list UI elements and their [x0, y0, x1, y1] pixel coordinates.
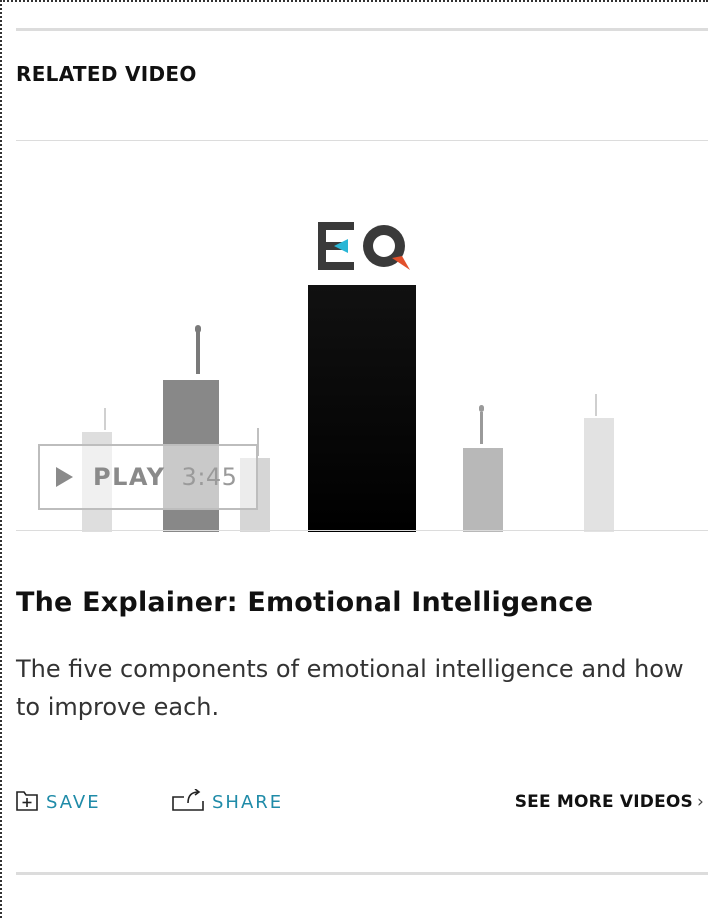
- save-label: SAVE: [46, 792, 101, 813]
- figure-1: [196, 332, 200, 374]
- share-icon: [172, 788, 204, 811]
- figure-2: [480, 412, 483, 444]
- folder-plus-icon: [16, 790, 38, 811]
- bottom-divider: [16, 872, 708, 875]
- header-divider: [16, 140, 708, 141]
- top-divider: [16, 28, 708, 31]
- bar-gray-2: [463, 448, 503, 532]
- see-more-videos-link[interactable]: SEE MORE VIDEOS ›: [515, 792, 704, 812]
- save-button[interactable]: SAVE: [16, 786, 101, 813]
- play-icon: [56, 467, 73, 487]
- chevron-right-icon: ›: [697, 792, 704, 812]
- figure-1-head: [195, 325, 201, 333]
- see-more-label: SEE MORE VIDEOS: [514, 792, 693, 812]
- bar-tall: [308, 285, 416, 532]
- bar-light-3: [584, 418, 614, 532]
- section-title: RELATED VIDEO: [16, 62, 197, 86]
- figure-2-head: [479, 405, 484, 412]
- video-description: The five components of emotional intelli…: [16, 655, 684, 721]
- video-actions: SAVE SHARE SEE MORE VIDEOS ›: [16, 786, 708, 820]
- eq-logo: [318, 222, 410, 270]
- video-player[interactable]: PLAY 3:45: [16, 142, 708, 532]
- related-video-card: RELATED VIDEO PLAY 3:45 The Explainer: E…: [0, 0, 708, 918]
- figure-5: [595, 394, 597, 416]
- video-duration: 3:45: [181, 463, 238, 491]
- play-button[interactable]: PLAY 3:45: [38, 444, 258, 510]
- video-bottom-divider: [16, 530, 708, 531]
- play-label: PLAY: [93, 463, 166, 491]
- video-title[interactable]: The Explainer: Emotional Intelligence: [16, 587, 593, 618]
- figure-3: [104, 408, 106, 430]
- share-label: SHARE: [212, 792, 284, 813]
- share-button[interactable]: SHARE: [172, 786, 283, 813]
